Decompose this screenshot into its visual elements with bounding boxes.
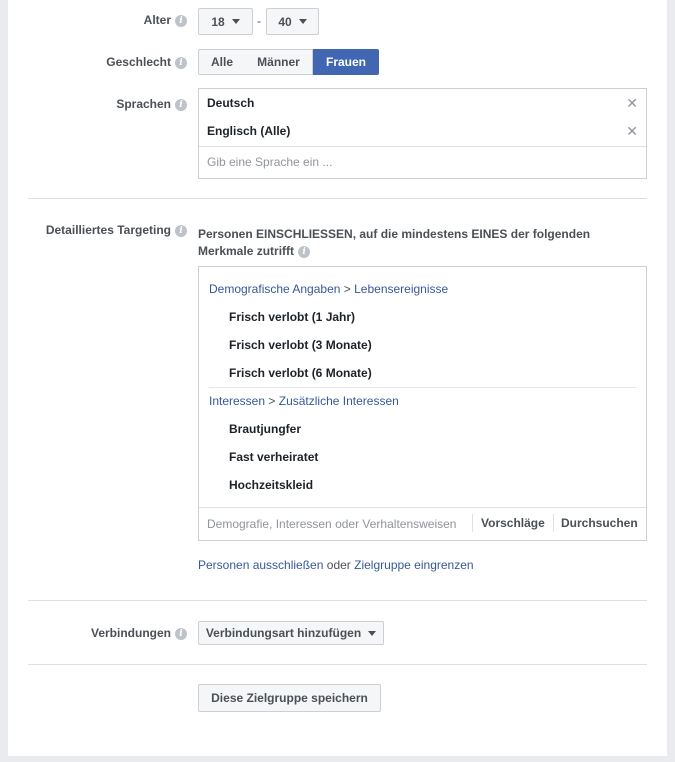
targeting-path-demographics[interactable]: Demografische Angaben > Lebensereignisse bbox=[209, 282, 448, 296]
info-icon[interactable]: i bbox=[175, 627, 187, 640]
divider bbox=[199, 507, 646, 508]
browse-button[interactable]: Durchsuchen bbox=[561, 516, 638, 530]
audience-panel: Alter i 18 - 40 Geschlecht i Alle Männer F… bbox=[8, 0, 667, 756]
age-label: Alter i bbox=[144, 13, 187, 27]
targeting-description: Personen EINSCHLIESSEN, auf die mindeste… bbox=[198, 227, 591, 258]
suggestions-button[interactable]: Vorschläge bbox=[481, 516, 545, 530]
targeting-item[interactable]: Brautjungfer bbox=[229, 422, 301, 436]
age-separator: - bbox=[257, 14, 261, 28]
age-min-dropdown[interactable]: 18 bbox=[198, 8, 253, 35]
languages-box: Deutsch ✕ Englisch (Alle) ✕ Gib eine Spr… bbox=[198, 88, 647, 179]
connection-type-dropdown[interactable]: Verbindungsart hinzufügen bbox=[198, 621, 384, 645]
language-token: Deutsch ✕ bbox=[207, 94, 638, 112]
targeting-item[interactable]: Fast verheiratet bbox=[229, 450, 318, 464]
gender-option-men[interactable]: Männer bbox=[245, 49, 313, 75]
targeting-item[interactable]: Hochzeitskleid bbox=[229, 478, 313, 492]
remove-icon[interactable]: ✕ bbox=[626, 123, 638, 140]
language-search-input[interactable]: Gib eine Sprache ein ... bbox=[207, 155, 332, 169]
gender-option-all[interactable]: Alle bbox=[198, 49, 246, 75]
info-icon[interactable]: i bbox=[298, 245, 311, 258]
targeting-item[interactable]: Frisch verlobt (1 Jahr) bbox=[229, 310, 355, 324]
section-divider bbox=[28, 664, 647, 665]
info-icon[interactable]: i bbox=[175, 224, 187, 237]
exclude-people-link[interactable]: Personen ausschließen bbox=[198, 558, 323, 572]
caret-down-icon bbox=[298, 19, 307, 24]
caret-down-icon bbox=[368, 630, 377, 636]
group-divider bbox=[209, 387, 636, 388]
language-token: Englisch (Alle) ✕ bbox=[207, 122, 638, 140]
divider bbox=[199, 146, 646, 147]
targeting-path-interests[interactable]: Interessen > Zusätzliche Interessen bbox=[209, 394, 399, 408]
targeting-box: Demografische Angaben > Lebensereignisse… bbox=[198, 266, 647, 541]
section-divider bbox=[28, 198, 647, 199]
caret-down-icon bbox=[231, 19, 240, 24]
targeting-item[interactable]: Frisch verlobt (3 Monate) bbox=[229, 338, 372, 352]
targeting-search-input[interactable]: Demografie, Interessen oder Verhaltenswe… bbox=[207, 517, 456, 531]
save-audience-button[interactable]: Diese Zielgruppe speichern bbox=[198, 684, 381, 712]
divider bbox=[472, 514, 473, 532]
connections-label: Verbindungen i bbox=[91, 626, 187, 640]
detailed-targeting-label: Detailliertes Targeting i bbox=[46, 223, 187, 237]
section-divider bbox=[28, 600, 647, 601]
gender-label: Geschlecht i bbox=[106, 55, 187, 69]
targeting-item[interactable]: Frisch verlobt (6 Monate) bbox=[229, 366, 372, 380]
info-icon[interactable]: i bbox=[175, 98, 187, 111]
divider bbox=[553, 514, 554, 532]
exclude-narrow-links: Personen ausschließen oder Zielgruppe ei… bbox=[198, 558, 474, 572]
remove-icon[interactable]: ✕ bbox=[626, 95, 638, 112]
age-max-dropdown[interactable]: 40 bbox=[266, 8, 319, 35]
narrow-audience-link[interactable]: Zielgruppe eingrenzen bbox=[354, 558, 473, 572]
info-icon[interactable]: i bbox=[175, 14, 187, 27]
languages-label: Sprachen i bbox=[116, 97, 187, 111]
gender-option-women[interactable]: Frauen bbox=[313, 49, 379, 75]
info-icon[interactable]: i bbox=[175, 56, 187, 69]
